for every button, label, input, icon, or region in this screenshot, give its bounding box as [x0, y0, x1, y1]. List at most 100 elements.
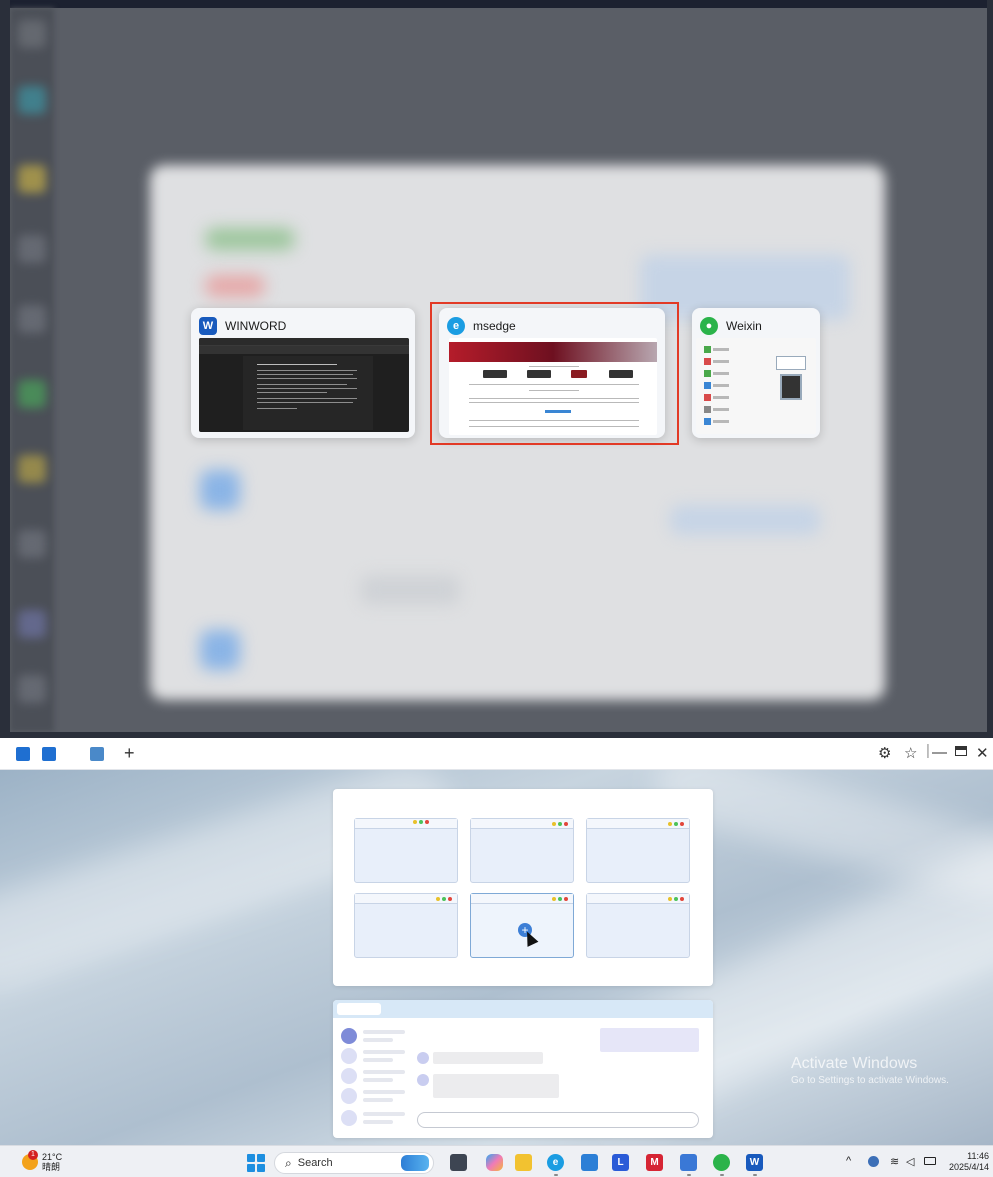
copilot-icon[interactable] — [486, 1154, 503, 1171]
app-card-weixin[interactable]: ● Weixin — [692, 308, 820, 438]
mini-window — [354, 818, 458, 883]
message-bubble — [433, 1074, 559, 1098]
blurred-block — [200, 630, 240, 670]
mini-window-titlebar — [587, 819, 689, 829]
card-header: ● Weixin — [700, 316, 762, 336]
word-icon: W — [199, 317, 217, 335]
pc-manager-icon[interactable] — [680, 1154, 697, 1171]
text-line — [257, 398, 357, 399]
text-line — [257, 402, 353, 403]
mini-window — [586, 893, 690, 958]
avatar — [341, 1068, 357, 1084]
chat-row — [704, 382, 730, 390]
text-line — [363, 1030, 405, 1034]
text-line — [363, 1112, 405, 1116]
watermark-title: Activate Windows — [791, 1055, 918, 1072]
windows-logo-tile — [257, 1154, 265, 1162]
text-line — [363, 1098, 393, 1102]
weather-temp: 21°C — [42, 1152, 63, 1162]
weather-text: 21°C 晴朗 — [42, 1152, 62, 1172]
layout-icon[interactable] — [16, 747, 30, 761]
start-button[interactable] — [247, 1154, 265, 1172]
maximize-icon[interactable] — [955, 746, 967, 756]
wechat-icon[interactable] — [713, 1154, 730, 1171]
file-explorer-icon[interactable] — [515, 1154, 532, 1171]
blurred-icon — [18, 675, 46, 703]
windows-logo-tile — [247, 1154, 255, 1162]
chat-avatar — [704, 358, 711, 365]
tray-app-icon[interactable] — [868, 1156, 879, 1167]
weather-widget[interactable]: 1 21°C 晴朗 — [22, 1150, 62, 1172]
settings-icon[interactable]: ⚙ — [878, 744, 891, 762]
document-page — [243, 356, 373, 430]
edge-icon[interactable]: e — [547, 1154, 564, 1171]
running-indicator — [687, 1174, 691, 1176]
text-line — [363, 1050, 405, 1054]
avatar — [341, 1088, 357, 1104]
task-switcher-overlay: W WINWORD e msedge ● Weixin — [0, 0, 993, 738]
chat-name — [713, 408, 729, 411]
windows-stack-icon[interactable] — [90, 747, 104, 761]
chat-avatar — [704, 394, 711, 401]
mcafee-icon[interactable]: M — [646, 1154, 663, 1171]
text-line — [257, 378, 357, 379]
microsoft-store-icon[interactable] — [581, 1154, 598, 1171]
selection-highlight — [430, 302, 679, 445]
wechat-icon: ● — [700, 317, 718, 335]
avatar — [341, 1028, 357, 1044]
blurred-block — [205, 228, 295, 250]
avatar — [341, 1110, 357, 1126]
volume-icon[interactable]: ◁ — [906, 1155, 914, 1168]
window-frame-left — [0, 0, 10, 738]
watermark-subtitle: Go to Settings to activate Windows. — [791, 1075, 949, 1086]
chat-avatar — [704, 370, 711, 377]
mini-window — [470, 818, 574, 883]
blurred-icon — [18, 380, 46, 408]
task-view-icon[interactable] — [450, 1154, 467, 1171]
blurred-icon — [18, 235, 46, 263]
text-line — [257, 408, 297, 409]
clock[interactable]: 11:46 2025/4/14 — [949, 1151, 989, 1173]
text-line — [257, 374, 353, 375]
blurred-block — [360, 575, 460, 605]
window-dots — [436, 897, 452, 901]
word-icon[interactable]: W — [746, 1154, 763, 1171]
add-tab-button[interactable]: + — [124, 743, 135, 764]
battery-icon[interactable] — [924, 1157, 936, 1165]
window-dots — [668, 897, 684, 901]
close-icon[interactable]: ✕ — [976, 744, 989, 762]
image-preview — [780, 374, 802, 400]
chat-row — [704, 394, 730, 402]
minimize-icon[interactable]: — — [932, 744, 947, 761]
app-name: Weixin — [726, 319, 762, 333]
text-line — [257, 370, 357, 371]
blurred-icon — [18, 20, 46, 48]
chat-row — [704, 418, 730, 426]
chevron-up-icon[interactable]: ^ — [846, 1155, 851, 1167]
window-thumbnail — [199, 338, 409, 432]
text-line — [363, 1070, 405, 1074]
app-name: WINWORD — [225, 319, 287, 333]
blurred-block — [205, 275, 265, 297]
blurred-block — [670, 505, 820, 535]
weather-condition: 晴朗 — [42, 1162, 61, 1172]
blurred-icon — [18, 530, 46, 558]
chat-name — [713, 348, 729, 351]
chat-name — [713, 420, 729, 423]
divider: | — [926, 742, 930, 759]
taskbar-search[interactable]: ⌕ Search — [274, 1152, 434, 1174]
window-dots — [552, 822, 568, 826]
app-card-winword[interactable]: W WINWORD — [191, 308, 415, 438]
windows-logo-tile — [257, 1164, 265, 1172]
book-icon[interactable] — [42, 747, 56, 761]
pin-icon[interactable]: ☆ — [904, 744, 917, 762]
chat-name — [713, 384, 729, 387]
search-label: Search — [297, 1157, 333, 1169]
l-app-icon[interactable]: L — [612, 1154, 629, 1171]
avatar — [417, 1074, 429, 1086]
mini-window-titlebar — [355, 819, 457, 829]
wifi-icon[interactable]: ≋ — [890, 1155, 899, 1168]
search-highlight-icon — [401, 1155, 429, 1171]
taskbar: 1 21°C 晴朗 ⌕ Search e L M W ^ ≋ ◁ 11:46 2… — [0, 1145, 993, 1177]
blurred-icon — [18, 455, 46, 483]
